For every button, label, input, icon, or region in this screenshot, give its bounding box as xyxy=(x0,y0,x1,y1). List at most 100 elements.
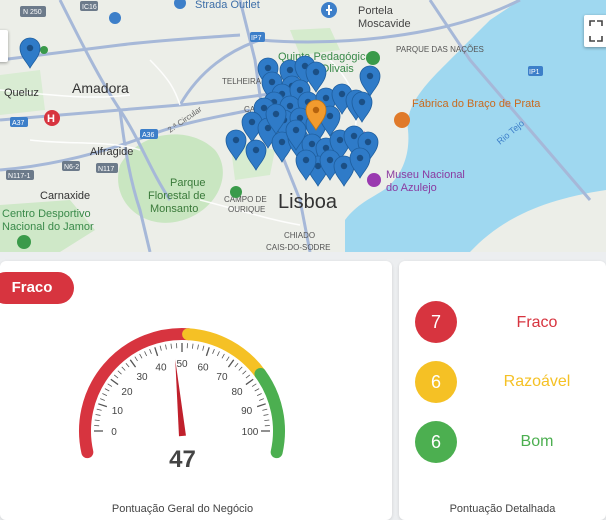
garden-icon[interactable] xyxy=(230,186,242,198)
gauge-tick xyxy=(107,383,113,387)
gauge-chart: 010203040 50 60708090100 xyxy=(79,328,285,459)
stadium-icon[interactable] xyxy=(17,235,31,249)
gauge-tick xyxy=(98,403,108,408)
svg-text:N117: N117 xyxy=(98,166,114,173)
gauge-tick xyxy=(205,347,210,357)
gauge-tick xyxy=(245,374,251,379)
good-count: 6 xyxy=(430,432,441,452)
gauge-tick-label: 60 xyxy=(197,362,209,373)
svg-text:N117-1: N117-1 xyxy=(8,173,31,180)
gauge-tick xyxy=(149,349,152,354)
gauge-tick xyxy=(125,362,130,368)
weak-count-circle: 7 xyxy=(415,301,457,343)
svg-text:Moscavide: Moscavide xyxy=(358,18,411,30)
svg-text:Florestal de: Florestal de xyxy=(148,190,205,202)
svg-text:Parque: Parque xyxy=(170,177,205,189)
restaurant-icon[interactable] xyxy=(394,112,410,128)
ok-count-circle: 6 xyxy=(415,361,457,403)
gauge-tick xyxy=(234,362,239,368)
gauge-tick xyxy=(202,345,205,351)
svg-text:IC16: IC16 xyxy=(82,4,97,11)
gauge-tick xyxy=(100,398,105,401)
good-count-circle: 6 xyxy=(415,421,457,463)
gauge-tick xyxy=(134,356,138,362)
museum-icon[interactable] xyxy=(367,173,381,187)
gauge-tick xyxy=(121,366,126,371)
map-view[interactable]: N 250 IC16 IP7 IP1 A37 A36 N6-2 N117 N11… xyxy=(0,0,606,252)
svg-text:Alfragide: Alfragide xyxy=(90,146,133,158)
gauge-tick-label: 10 xyxy=(112,406,124,417)
ok-count: 6 xyxy=(430,372,441,392)
svg-text:CHIADO: CHIADO xyxy=(284,231,315,240)
gauge-tick xyxy=(159,345,162,351)
gauge-tick-label: 20 xyxy=(121,387,133,398)
svg-text:do Azulejo: do Azulejo xyxy=(386,182,437,194)
gauge-tick xyxy=(197,344,199,350)
svg-text:CAMPO DE: CAMPO DE xyxy=(224,195,267,204)
svg-text:Monsanto: Monsanto xyxy=(150,203,198,215)
gauge-tick xyxy=(170,343,172,349)
svg-text:Museu Nacional: Museu Nacional xyxy=(386,169,465,181)
fullscreen-icon[interactable] xyxy=(584,15,606,47)
svg-text:H: H xyxy=(47,113,55,125)
gauge-tick-label: 70 xyxy=(216,372,228,383)
gauge-tick-label: 100 xyxy=(242,427,259,438)
gauge-tick xyxy=(102,393,108,397)
gauge-tick-label: 50 xyxy=(176,359,188,370)
svg-text:A37: A37 xyxy=(12,120,25,127)
gauge-tick xyxy=(259,398,264,401)
svg-text:TELHEIRA: TELHEIRA xyxy=(222,77,262,86)
gauge-tick xyxy=(221,353,225,359)
gauge-tick xyxy=(192,343,194,349)
gauge-tick xyxy=(96,408,102,411)
park-icon[interactable] xyxy=(366,51,380,65)
detailed-score-caption: Pontuação Detalhada xyxy=(449,503,556,515)
gauge-tick xyxy=(216,351,220,357)
gauge-tick xyxy=(165,344,167,350)
svg-text:A36: A36 xyxy=(142,132,155,139)
gauge-tick xyxy=(263,414,269,416)
overall-score-value: 47 xyxy=(169,446,196,473)
svg-text:OURIQUE: OURIQUE xyxy=(228,205,265,214)
svg-text:Centro Desportivo: Centro Desportivo xyxy=(2,208,91,220)
gauge-tick xyxy=(227,359,235,368)
gauge-segment-good xyxy=(254,367,285,459)
svg-text:IP7: IP7 xyxy=(251,35,262,42)
detailed-score-panel: 7 Fraco 6 Razoável 6 Bom Pontuação Detal… xyxy=(399,261,606,520)
gauge-tick xyxy=(104,388,110,392)
gauge-tick xyxy=(254,388,260,392)
gauge-tick-label: 80 xyxy=(231,387,243,398)
gauge-needle xyxy=(175,359,186,437)
gauge-tick xyxy=(251,383,257,387)
shopping-icon[interactable] xyxy=(109,12,121,24)
gauge-tick-label: 90 xyxy=(241,406,253,417)
gauge-tick xyxy=(95,414,101,416)
svg-text:Strada Outlet: Strada Outlet xyxy=(195,0,260,11)
map-control-button[interactable] xyxy=(0,30,8,62)
gauge-tick-label: 40 xyxy=(155,362,167,373)
gauge-tick xyxy=(129,359,137,368)
svg-text:Queluz: Queluz xyxy=(4,87,39,99)
good-label: Bom xyxy=(520,433,554,450)
weak-label: Fraco xyxy=(516,314,558,331)
svg-text:CAIS-DO-SODRE: CAIS-DO-SODRE xyxy=(266,243,330,252)
gauge-tick xyxy=(110,378,119,386)
gauge-tick-label: 0 xyxy=(111,427,117,438)
svg-text:Carnaxide: Carnaxide xyxy=(40,190,90,202)
gauge-tick xyxy=(264,419,270,421)
map-canvas[interactable]: N 250 IC16 IP7 IP1 A37 A36 N6-2 N117 N11… xyxy=(0,0,606,252)
gauge-tick xyxy=(242,370,247,375)
gauge-tick xyxy=(238,366,243,371)
gauge-tick xyxy=(262,408,268,411)
gauge-tick xyxy=(144,351,148,357)
gauge-tick xyxy=(256,393,262,397)
svg-text:Portela: Portela xyxy=(358,5,394,17)
gauge-tick-label: 30 xyxy=(136,372,148,383)
svg-text:N 250: N 250 xyxy=(23,9,42,16)
overall-score-panel: Fraco 0 10 20 30 40 50 60 70 80 90 100 xyxy=(0,261,392,520)
svg-text:N6-2: N6-2 xyxy=(64,164,79,171)
gauge-tick xyxy=(94,419,100,421)
gauge-needle-pointer xyxy=(175,359,186,437)
svg-text:PARQUE DAS NAÇÕES: PARQUE DAS NAÇÕES xyxy=(396,45,484,54)
gauge-tick xyxy=(113,374,119,379)
